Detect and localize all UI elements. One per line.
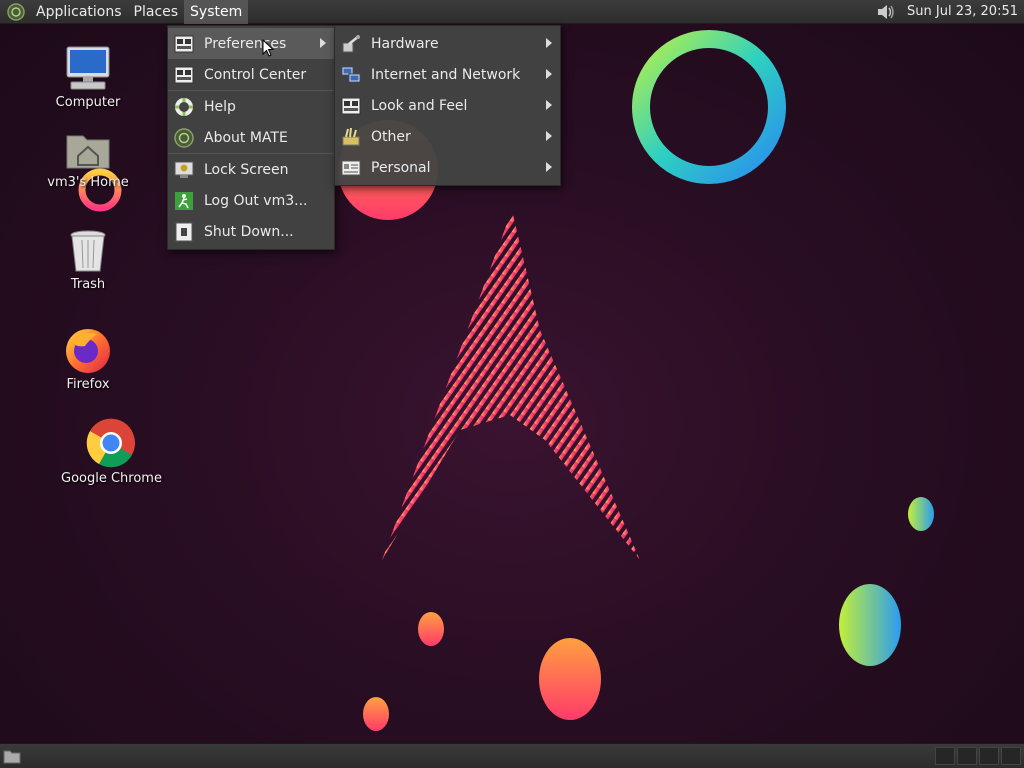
menu-item-label: Help bbox=[204, 98, 236, 115]
menu-item-label: Control Center bbox=[204, 66, 307, 83]
menu-item-label: Internet and Network bbox=[371, 66, 521, 83]
desktop-icon-label: Firefox bbox=[66, 377, 110, 392]
menu-item-lock-screen[interactable]: Lock Screen bbox=[168, 154, 334, 185]
control-center-icon bbox=[174, 66, 194, 83]
hardware-icon bbox=[342, 34, 360, 52]
menu-item-label: Shut Down... bbox=[204, 223, 294, 240]
lock-screen-icon bbox=[174, 161, 194, 178]
desktop-icon-computer[interactable]: Computer bbox=[38, 44, 138, 110]
help-icon bbox=[175, 97, 193, 116]
submenu-item-personal[interactable]: Personal bbox=[335, 152, 560, 183]
logout-icon bbox=[175, 191, 193, 210]
menu-item-label: Other bbox=[371, 128, 411, 145]
menu-item-control-center[interactable]: Control Center bbox=[168, 59, 334, 90]
desktop-icon-label: Computer bbox=[55, 95, 121, 110]
firefox-icon bbox=[66, 329, 110, 373]
system-menu[interactable]: System bbox=[184, 0, 249, 24]
computer-icon bbox=[66, 46, 110, 90]
places-menu[interactable]: Places bbox=[128, 0, 185, 24]
menu-item-label: Hardware bbox=[371, 35, 439, 52]
submenu-item-internet-network[interactable]: Internet and Network bbox=[335, 59, 560, 90]
bottom-panel bbox=[0, 743, 1024, 768]
personal-icon bbox=[341, 160, 361, 175]
mate-logo-icon[interactable] bbox=[6, 2, 26, 22]
network-icon bbox=[341, 66, 361, 82]
home-folder-icon bbox=[66, 135, 110, 169]
chevron-right-icon bbox=[320, 38, 326, 48]
workspace-4[interactable] bbox=[1001, 747, 1021, 765]
desktop-icon-home[interactable]: vm3's Home bbox=[38, 128, 138, 190]
trash-icon bbox=[70, 230, 106, 272]
shutdown-icon bbox=[175, 222, 193, 241]
applications-menu[interactable]: Applications bbox=[30, 0, 128, 24]
desktop-icon-firefox[interactable]: Firefox bbox=[38, 326, 138, 392]
submenu-item-other[interactable]: Other bbox=[335, 121, 560, 152]
workspace-3[interactable] bbox=[979, 747, 999, 765]
preferences-icon bbox=[174, 35, 194, 52]
other-icon bbox=[342, 127, 360, 145]
clock[interactable]: Sun Jul 23, 20:51 bbox=[907, 4, 1018, 19]
speaker-icon[interactable] bbox=[875, 2, 897, 22]
preferences-submenu: Hardware Internet and Network Look and F… bbox=[334, 25, 561, 186]
menu-item-label: Look and Feel bbox=[371, 97, 468, 114]
workspace-2[interactable] bbox=[957, 747, 977, 765]
chevron-right-icon bbox=[546, 38, 552, 48]
chevron-right-icon bbox=[546, 131, 552, 141]
menu-item-log-out[interactable]: Log Out vm3... bbox=[168, 185, 334, 216]
system-dropdown-menu: Preferences Control Center Help About MA… bbox=[167, 25, 335, 250]
chevron-right-icon bbox=[546, 100, 552, 110]
look-and-feel-icon bbox=[341, 97, 361, 114]
desktop-icon-label: Trash bbox=[70, 277, 106, 292]
menu-item-label: Personal bbox=[371, 159, 431, 176]
submenu-item-look-and-feel[interactable]: Look and Feel bbox=[335, 90, 560, 121]
desktop-icon-label: Google Chrome bbox=[61, 471, 162, 486]
chevron-right-icon bbox=[546, 69, 552, 79]
workspace-1[interactable] bbox=[935, 747, 955, 765]
menu-item-about-mate[interactable]: About MATE bbox=[168, 122, 334, 153]
desktop-icon-chrome[interactable]: Google Chrome bbox=[61, 418, 162, 486]
menu-item-shut-down[interactable]: Shut Down... bbox=[168, 216, 334, 247]
menu-item-label: About MATE bbox=[204, 129, 288, 146]
mate-icon bbox=[174, 127, 194, 148]
top-panel: Applications Places System Sun Jul 23, 2… bbox=[0, 0, 1024, 24]
menu-item-preferences[interactable]: Preferences bbox=[168, 28, 334, 59]
chrome-icon bbox=[86, 418, 135, 468]
menu-item-label: Lock Screen bbox=[204, 161, 289, 178]
submenu-item-hardware[interactable]: Hardware bbox=[335, 28, 560, 59]
chevron-right-icon bbox=[546, 162, 552, 172]
menu-item-label: Log Out vm3... bbox=[204, 192, 308, 209]
show-desktop-icon[interactable] bbox=[3, 748, 21, 764]
desktop-icon-trash[interactable]: Trash bbox=[38, 228, 138, 292]
menu-item-help[interactable]: Help bbox=[168, 91, 334, 122]
desktop-icon-label: vm3's Home bbox=[47, 175, 129, 190]
mouse-pointer-icon bbox=[262, 39, 274, 57]
